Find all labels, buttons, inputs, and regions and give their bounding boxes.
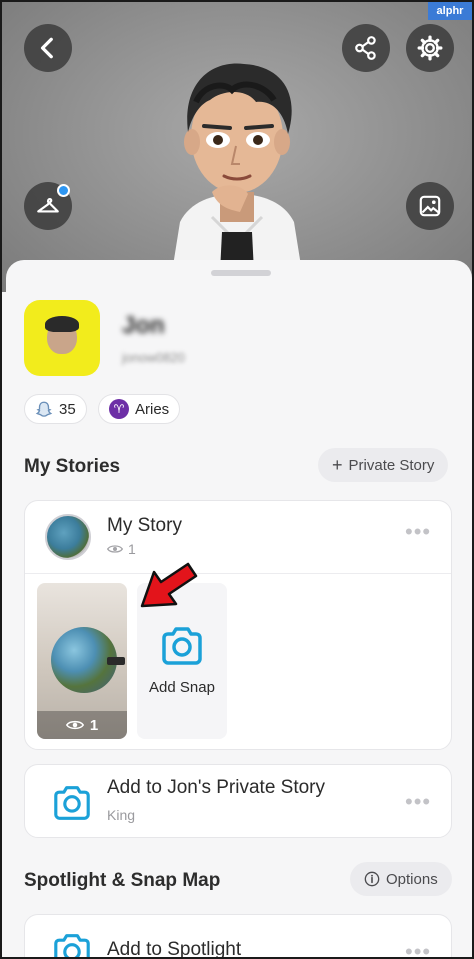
divider: [25, 573, 451, 574]
options-button[interactable]: Options: [350, 862, 452, 896]
globe-stand: [107, 657, 125, 665]
spotlight-heading: Spotlight & Snap Map: [24, 870, 221, 891]
add-snap-label: Add Snap: [149, 679, 215, 696]
friends-count: 35: [59, 400, 76, 418]
snapchat-profile-screen: alphr Jon jonow0820 35 ♈ Aries My Storie…: [0, 0, 474, 959]
share-icon: [355, 36, 376, 60]
profile-header: [2, 2, 472, 292]
snapcode-bitmoji-hair: [45, 316, 79, 332]
plus-icon: +: [332, 455, 343, 475]
snapcode[interactable]: [24, 300, 100, 376]
add-to-spotlight-title: Add to Spotlight: [107, 939, 242, 959]
watermark: alphr: [428, 2, 472, 20]
private-story-card[interactable]: Add to Jon's Private Story King •••: [24, 764, 452, 838]
aries-icon: ♈: [109, 399, 129, 419]
camera-icon: [54, 786, 90, 820]
snap-view-count: 1: [89, 716, 99, 734]
zodiac-pill[interactable]: ♈ Aries: [98, 394, 181, 424]
my-story-more-button[interactable]: •••: [405, 519, 431, 545]
my-stories-heading: My Stories: [24, 456, 121, 477]
private-story-more-button[interactable]: •••: [405, 789, 431, 815]
snap-views-overlay: 1: [37, 711, 127, 739]
profile-sheet: Jon jonow0820 35 ♈ Aries My Stories + Pr…: [6, 260, 472, 959]
hanger-icon: [37, 198, 59, 213]
private-story-button-label: Private Story: [348, 456, 435, 474]
options-button-label: Options: [386, 870, 438, 888]
private-story-title: Add to Jon's Private Story: [107, 777, 326, 798]
my-story-view-count: 1: [128, 541, 136, 557]
share-button[interactable]: [342, 24, 390, 72]
my-story-card: My Story 1 ••• 1 Add Snap: [24, 500, 452, 750]
ghost-icon: [35, 401, 53, 417]
bitmoji-outfit-button[interactable]: [24, 182, 72, 230]
private-story-subtitle: King: [107, 807, 136, 823]
camera-icon: [54, 934, 90, 957]
image-icon: [419, 195, 441, 217]
camera-icon: [162, 627, 202, 665]
my-story-views: 1: [107, 541, 136, 557]
settings-button[interactable]: [406, 24, 454, 72]
spotlight-more-button[interactable]: •••: [405, 939, 431, 957]
eye-icon: [107, 545, 123, 553]
friends-count-pill[interactable]: 35: [24, 394, 87, 424]
eye-icon: [65, 720, 84, 730]
private-story-button[interactable]: + Private Story: [318, 448, 449, 482]
gear-icon: [417, 35, 443, 61]
sheet-drag-handle[interactable]: [211, 270, 271, 276]
annotation-arrow-icon: [140, 562, 198, 608]
my-story-thumbnail[interactable]: [45, 514, 91, 560]
add-to-spotlight-card[interactable]: Add to Spotlight •••: [24, 914, 452, 959]
zodiac-label: Aries: [135, 400, 170, 418]
chevron-left-icon: [40, 37, 53, 59]
story-snap-thumbnail[interactable]: 1: [37, 583, 127, 739]
my-story-title[interactable]: My Story: [107, 515, 182, 537]
bitmoji-photo-button[interactable]: [406, 182, 454, 230]
info-icon: [364, 871, 380, 887]
back-button[interactable]: [24, 24, 72, 72]
notification-dot: [57, 184, 70, 197]
display-name: Jon: [122, 312, 165, 339]
bitmoji-avatar[interactable]: [152, 42, 322, 272]
username: jonow0820: [122, 350, 185, 365]
